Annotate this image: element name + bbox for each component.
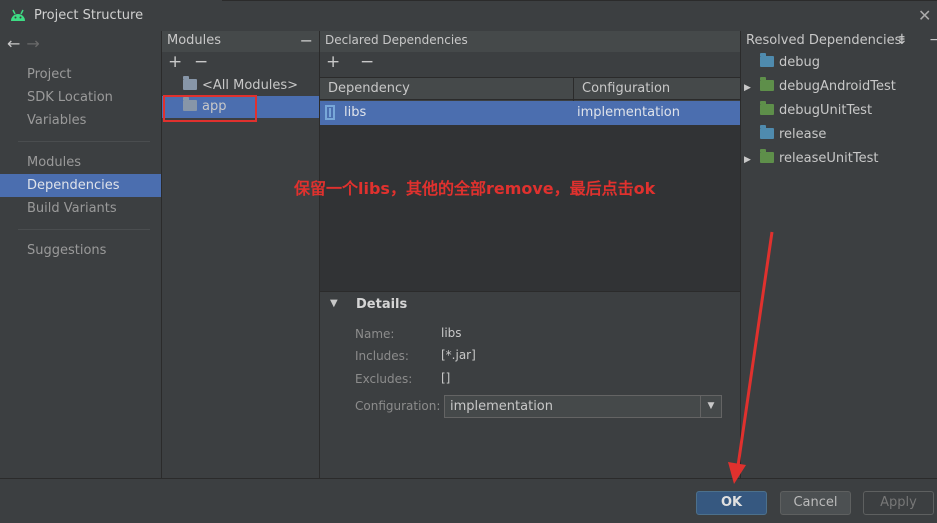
nav-divider <box>18 141 150 142</box>
collapse-all-icon[interactable]: ⇟ <box>896 31 908 50</box>
add-module-button[interactable]: + <box>168 52 182 72</box>
resolved-item-label: debugAndroidTest <box>779 79 896 94</box>
dialog-footer: OK Cancel Apply <box>0 478 937 523</box>
left-nav: ← → Project SDK Location Variables Module… <box>0 31 161 478</box>
modules-header-label: Modules <box>167 33 222 48</box>
title-bar: Project Structure ✕ <box>0 0 937 31</box>
annotation-text: 保留一个libs，其他的全部remove，最后点击ok <box>294 179 656 198</box>
cancel-button[interactable]: Cancel <box>780 491 851 515</box>
collapse-icon[interactable]: − <box>300 31 313 50</box>
remove-module-button[interactable]: − <box>194 52 208 72</box>
name-label: Name: <box>355 327 395 341</box>
resolved-item-label: release <box>779 127 827 142</box>
close-icon[interactable]: ✕ <box>918 6 931 25</box>
declared-dependencies-panel: Declared Dependencies + − Dependency Con… <box>320 31 740 478</box>
folder-icon <box>183 76 197 90</box>
resolved-item-label: debugUnitTest <box>779 103 873 118</box>
title-bar-edge <box>222 0 937 1</box>
declared-header: Declared Dependencies <box>320 31 740 52</box>
library-icon <box>325 105 335 120</box>
back-arrow-icon[interactable]: ← <box>7 34 20 53</box>
module-item-all[interactable]: <All Modules> <box>183 75 298 97</box>
nav-item-suggestions[interactable]: Suggestions <box>0 239 161 262</box>
expand-arrow-icon[interactable]: ▶ <box>744 149 756 171</box>
minimize-icon[interactable]: − <box>929 31 937 50</box>
excludes-label: Excludes: <box>355 372 413 386</box>
modules-header: Modules − <box>162 31 319 52</box>
resolved-item-debug[interactable]: debug <box>741 52 820 74</box>
folder-icon <box>760 53 774 67</box>
collapse-triangle-icon[interactable]: ▼ <box>330 298 338 309</box>
remove-dependency-button[interactable]: − <box>360 52 374 72</box>
resolved-item-label: releaseUnitTest <box>779 151 879 166</box>
window-title: Project Structure <box>34 8 144 23</box>
details-divider <box>320 291 740 292</box>
highlight-box <box>163 95 257 122</box>
dependency-name: libs <box>344 105 367 120</box>
nav-item-modules[interactable]: Modules <box>0 151 161 174</box>
resolved-header-label: Resolved Dependencies <box>746 33 902 48</box>
resolved-item-debug-android-test[interactable]: ▶ debugAndroidTest <box>741 76 896 98</box>
nav-arrows: ← → <box>7 34 40 53</box>
apply-button[interactable]: Apply <box>863 491 934 515</box>
resolved-item-release[interactable]: release <box>741 124 826 146</box>
folder-icon <box>760 77 774 91</box>
includes-label: Includes: <box>355 349 409 363</box>
details-title: Details <box>356 297 408 312</box>
ok-button[interactable]: OK <box>696 491 767 515</box>
table-row[interactable]: libs implementation <box>320 101 740 125</box>
configuration-select[interactable]: implementation ▼ <box>444 395 722 418</box>
nav-divider <box>18 229 150 230</box>
nav-item-dependencies[interactable]: Dependencies <box>0 174 161 197</box>
column-dependency[interactable]: Dependency <box>328 81 410 96</box>
folder-icon <box>760 125 774 139</box>
nav-item-variables[interactable]: Variables <box>0 109 161 132</box>
folder-icon <box>760 101 774 115</box>
dependency-configuration: implementation <box>577 105 681 120</box>
module-item-label: <All Modules> <box>202 78 299 93</box>
dependency-table-header: Dependency Configuration <box>320 77 740 101</box>
resolved-dependencies-panel: Resolved Dependencies ⇟ − debug ▶ debugAn… <box>741 31 937 478</box>
nav-item-build-variants[interactable]: Build Variants <box>0 197 161 220</box>
dependency-table-body <box>320 125 740 291</box>
configuration-select-value: implementation <box>450 399 554 414</box>
add-dependency-button[interactable]: + <box>326 52 340 72</box>
nav-item-project[interactable]: Project <box>0 63 161 86</box>
resolved-header: Resolved Dependencies ⇟ − <box>741 31 937 51</box>
nav-item-sdk-location[interactable]: SDK Location <box>0 86 161 109</box>
resolved-item-release-unit-test[interactable]: ▶ releaseUnitTest <box>741 148 878 170</box>
configuration-label: Configuration: <box>355 399 441 413</box>
android-icon <box>11 9 25 21</box>
folder-icon <box>760 149 774 163</box>
column-divider <box>573 78 574 101</box>
forward-arrow-icon[interactable]: → <box>26 34 39 53</box>
name-value: libs <box>441 326 462 340</box>
excludes-value: [] <box>441 371 451 385</box>
resolved-item-label: debug <box>779 55 820 70</box>
chevron-down-icon[interactable]: ▼ <box>700 396 721 417</box>
resolved-item-debug-unit-test[interactable]: debugUnitTest <box>741 100 872 122</box>
includes-value: [*.jar] <box>441 348 476 362</box>
expand-arrow-icon[interactable]: ▶ <box>744 77 756 99</box>
column-configuration[interactable]: Configuration <box>582 81 670 96</box>
